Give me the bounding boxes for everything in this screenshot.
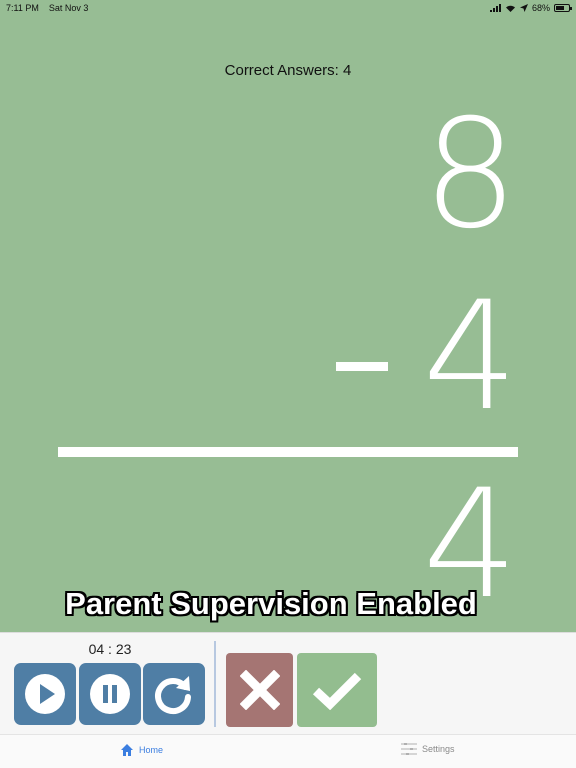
tab-home-label: Home (139, 745, 164, 755)
signal-icon (489, 4, 501, 12)
bottom-number: 4 (422, 270, 518, 444)
checkmark-icon (312, 672, 362, 710)
settings-icon (401, 743, 417, 755)
control-toolbar: 04 : 23 (0, 632, 576, 734)
tab-settings[interactable]: Settings (401, 743, 455, 755)
play-button[interactable] (14, 663, 76, 725)
reset-icon (155, 676, 191, 715)
minus-operator (336, 362, 388, 371)
status-bar: 7:11 PM Sat Nov 3 68% (0, 0, 576, 16)
battery-icon (554, 4, 572, 12)
wrong-answer-button[interactable] (226, 653, 293, 727)
pause-icon (90, 674, 130, 714)
battery-percent: 68% (531, 3, 550, 13)
tab-settings-label: Settings (422, 744, 455, 754)
wifi-icon (505, 5, 515, 12)
parent-supervision-banner: Parent Supervision Enabled (65, 586, 477, 621)
reset-button[interactable] (143, 663, 205, 725)
top-number: 8 (422, 88, 518, 262)
timer-display: 04 : 23 (88, 641, 132, 657)
pause-button[interactable] (79, 663, 141, 725)
location-icon (519, 4, 528, 12)
equation-divider-line (58, 447, 518, 457)
toolbar-divider (214, 641, 216, 727)
home-icon (121, 744, 133, 756)
correct-answer-button[interactable] (297, 653, 377, 727)
play-icon (25, 674, 65, 714)
tab-home[interactable]: Home (120, 743, 163, 757)
x-icon (239, 670, 280, 710)
tab-bar: Home Settings (0, 734, 576, 768)
status-time: 7:11 PM (6, 3, 39, 13)
correct-answers-label: Correct Answers: 4 (224, 62, 352, 79)
status-date: Sat Nov 3 (48, 3, 89, 13)
